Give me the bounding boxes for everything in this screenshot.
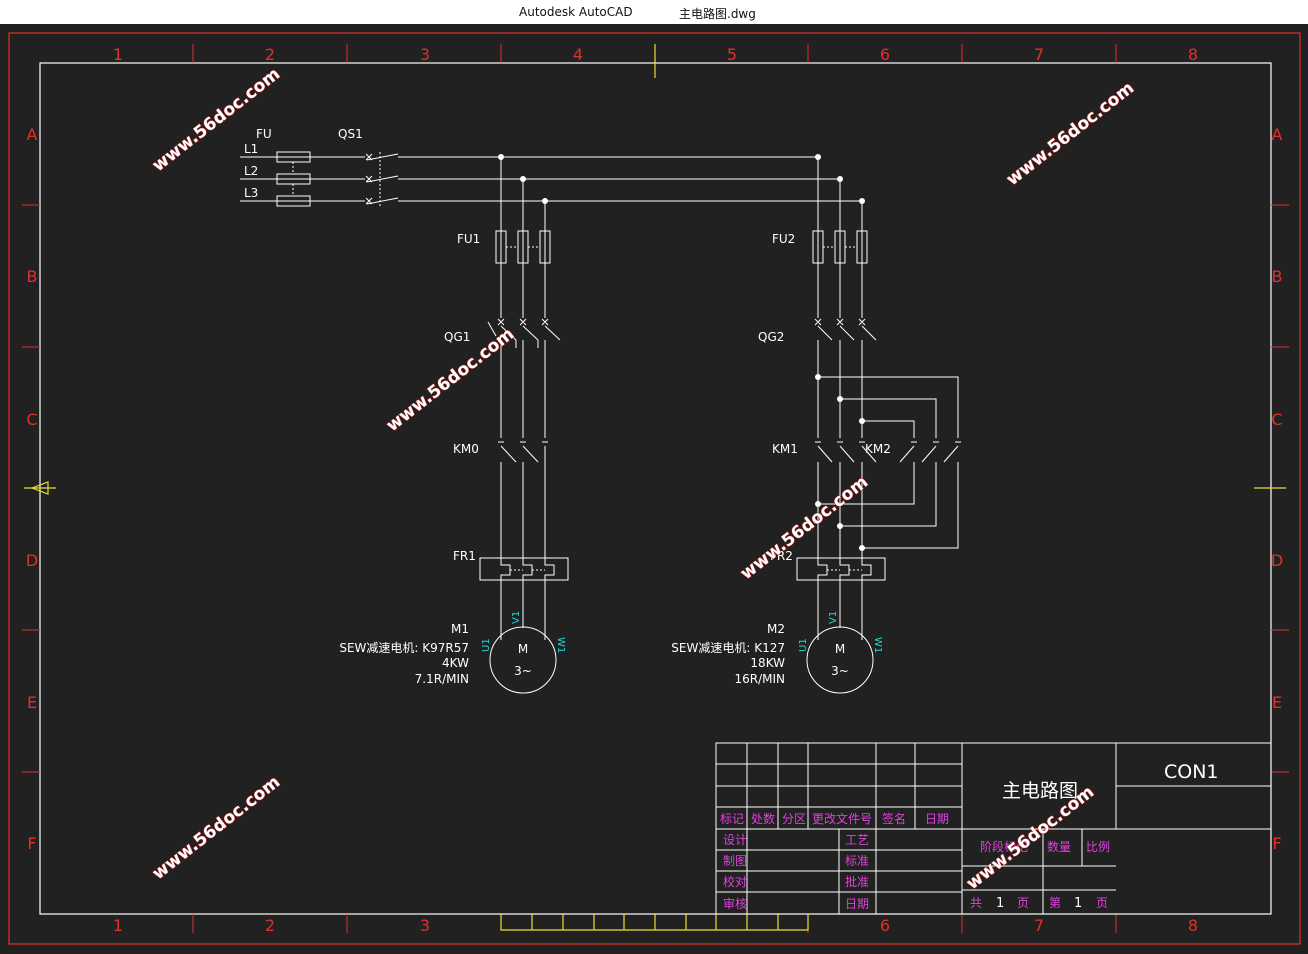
col-label: 3 bbox=[420, 45, 430, 64]
branch1-wiring[interactable] bbox=[479, 157, 569, 694]
sheet-current-prefix: 第 bbox=[1049, 896, 1061, 910]
sheets-total: 1 bbox=[996, 896, 1004, 911]
col-label: 6 bbox=[880, 916, 890, 935]
fuse-label: FU bbox=[256, 127, 272, 141]
branch2-crosses bbox=[814, 318, 961, 443]
row-label: B bbox=[27, 267, 38, 286]
line-label-l1: L1 bbox=[244, 142, 258, 156]
scale-label: 比例 bbox=[1086, 840, 1110, 854]
fu1-label: FU1 bbox=[457, 232, 480, 246]
m1-tag: M1 bbox=[451, 622, 469, 636]
sheet-unit-2: 页 bbox=[1096, 896, 1108, 910]
drawing-canvas[interactable]: 1 2 3 4 5 6 7 8 1 2 3 6 7 8 A B C D E F … bbox=[0, 24, 1308, 954]
row-label: F bbox=[1272, 834, 1281, 853]
watermark: www.56doc.com bbox=[149, 64, 284, 176]
row-label: D bbox=[26, 551, 38, 570]
km1-label: KM1 bbox=[772, 442, 798, 456]
approval-date: 日期 bbox=[845, 897, 869, 911]
col-label: 2 bbox=[265, 45, 275, 64]
row-label: F bbox=[27, 834, 36, 853]
supply-crosses bbox=[365, 153, 373, 205]
m1-power: 4KW bbox=[442, 656, 469, 670]
watermark: www.56doc.com bbox=[1003, 78, 1138, 190]
rev-header-zone: 分区 bbox=[782, 812, 806, 826]
watermark: www.56doc.com bbox=[737, 472, 872, 584]
supply-circuit[interactable] bbox=[240, 151, 862, 207]
m2-symbol: M bbox=[835, 642, 845, 656]
sheets-total-prefix: 共 bbox=[970, 896, 982, 910]
col-label: 6 bbox=[880, 45, 890, 64]
file-name-tab[interactable]: 主电路图.dwg bbox=[679, 5, 756, 22]
col-label: 7 bbox=[1034, 916, 1044, 935]
m2-power: 18KW bbox=[750, 656, 785, 670]
rev-header-date: 日期 bbox=[925, 812, 949, 826]
m2-terminal-v1: V1 bbox=[828, 611, 839, 624]
app-name: Autodesk AutoCAD bbox=[519, 5, 633, 19]
m1-terminal-u1: U1 bbox=[481, 638, 492, 652]
sheet-current: 1 bbox=[1074, 896, 1082, 911]
row-label: B bbox=[1272, 267, 1283, 286]
m1-model: SEW减速电机: K97R57 bbox=[339, 641, 469, 655]
m1-symbol: M bbox=[518, 642, 528, 656]
role-design: 设计 bbox=[723, 833, 747, 847]
row-label: A bbox=[1272, 125, 1283, 144]
quantity-label: 数量 bbox=[1047, 839, 1071, 854]
col-label: 1 bbox=[113, 916, 123, 935]
m2-terminal-u1: U1 bbox=[798, 638, 809, 652]
col-label: 1 bbox=[113, 45, 123, 64]
col-label: 8 bbox=[1188, 45, 1198, 64]
branch2-wiring[interactable] bbox=[796, 157, 959, 694]
approval-approve: 批准 bbox=[845, 874, 869, 889]
m1-terminal-w1: W1 bbox=[555, 637, 566, 653]
fu2-label: FU2 bbox=[772, 232, 795, 246]
row-label: C bbox=[1271, 410, 1282, 429]
m2-terminal-w1: W1 bbox=[872, 637, 883, 653]
approval-process: 工艺 bbox=[845, 833, 869, 847]
m1-terminal-v1: V1 bbox=[511, 611, 522, 624]
m2-phase: 3~ bbox=[831, 664, 849, 678]
m2-speed: 16R/MIN bbox=[734, 672, 785, 686]
drawing-number: CON1 bbox=[1164, 761, 1219, 783]
col-label: 5 bbox=[727, 45, 737, 64]
rev-header-doc: 更改文件号 bbox=[812, 811, 872, 826]
row-label: A bbox=[27, 125, 38, 144]
col-label: 8 bbox=[1188, 916, 1198, 935]
rev-header-sign: 签名 bbox=[882, 811, 906, 826]
line-label-l2: L2 bbox=[244, 164, 258, 178]
row-label: E bbox=[1272, 693, 1282, 712]
fr1-label: FR1 bbox=[453, 549, 476, 563]
km2-label: KM2 bbox=[865, 442, 891, 456]
grid-ticks bbox=[22, 44, 1289, 933]
rev-header-count: 处数 bbox=[751, 811, 775, 826]
row-label: E bbox=[27, 693, 37, 712]
row-label: C bbox=[26, 410, 37, 429]
qg1-label: QG1 bbox=[444, 330, 470, 344]
col-label: 3 bbox=[420, 916, 430, 935]
role-check: 校对 bbox=[723, 874, 747, 889]
role-draw: 制图 bbox=[723, 854, 747, 868]
line-label-l3: L3 bbox=[244, 186, 258, 200]
col-label: 7 bbox=[1034, 45, 1044, 64]
qg2-label: QG2 bbox=[758, 330, 784, 344]
rev-header-mark: 标记 bbox=[720, 812, 744, 826]
km0-label: KM0 bbox=[453, 442, 479, 456]
m1-speed: 7.1R/MIN bbox=[415, 672, 469, 686]
sheet-unit: 页 bbox=[1017, 896, 1029, 910]
m1-phase: 3~ bbox=[514, 664, 532, 678]
row-labels: A B C D E F A B C D E F bbox=[26, 125, 1283, 853]
m2-model: SEW减速电机: K127 bbox=[671, 641, 785, 655]
window-titlebar: Autodesk AutoCAD 主电路图.dwg bbox=[0, 0, 1308, 24]
col-label: 2 bbox=[265, 916, 275, 935]
m2-tag: M2 bbox=[767, 622, 785, 636]
row-label: D bbox=[1271, 551, 1283, 570]
approval-standard: 标准 bbox=[845, 854, 869, 868]
role-review: 审核 bbox=[723, 896, 747, 911]
col-label: 4 bbox=[573, 45, 583, 64]
switch-label: QS1 bbox=[338, 127, 363, 141]
drawing-frame bbox=[8, 32, 1301, 945]
watermark: www.56doc.com bbox=[149, 772, 284, 884]
